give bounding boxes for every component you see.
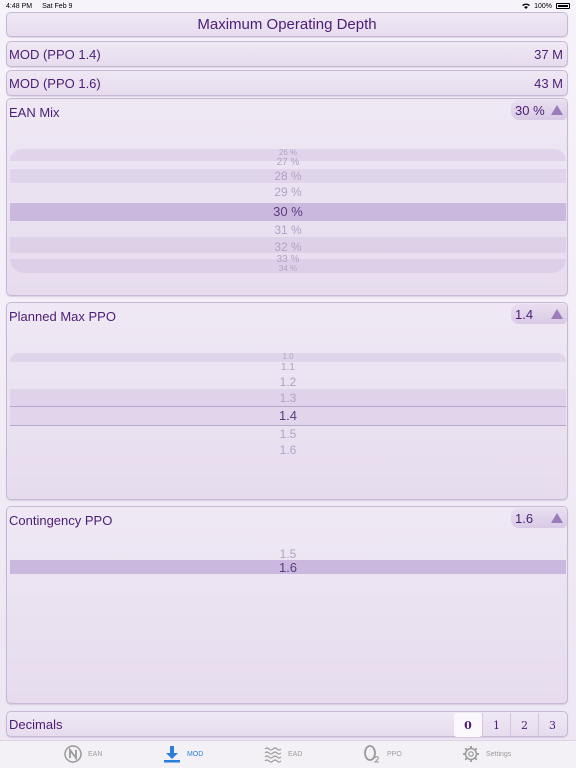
tab-ean[interactable]: EAN [64, 745, 102, 763]
tab-ead[interactable]: EAD [264, 745, 302, 763]
status-time: 4:48 PM [6, 2, 33, 10]
ean-mix-picker[interactable]: 26 % 27 % 28 % 29 % 30 % 31 % 32 % 33 % … [10, 149, 566, 274]
picker-option[interactable]: 26 % [10, 149, 566, 157]
gear-icon [463, 746, 479, 762]
status-date: Sat Feb 9 [42, 2, 73, 10]
page-title: Maximum Operating Depth [197, 16, 377, 33]
battery-percent: 100% [534, 2, 552, 10]
decimals-option-2[interactable]: 2 [510, 713, 538, 737]
download-arrow-icon [164, 746, 180, 763]
picker-option[interactable]: 1.5 [10, 428, 566, 440]
contingency-ppo-value-toggle[interactable]: 1.6 [511, 508, 567, 528]
battery-icon [556, 3, 570, 9]
picker-option[interactable]: 31 % [10, 224, 566, 236]
status-right: 100% [522, 3, 570, 10]
decimals-label: Decimals [9, 716, 63, 732]
picker-option[interactable]: 34 % [10, 265, 566, 273]
o2-icon [364, 745, 379, 763]
ean-mix-value: 30 % [515, 102, 545, 118]
mod-1-4-value: 37 M [534, 46, 563, 62]
picker-option-selected[interactable]: 1.6 [10, 561, 566, 574]
picker-option[interactable]: 1.3 [10, 392, 566, 404]
picker-option-selected[interactable]: 30 % [10, 205, 566, 218]
title-bar: Maximum Operating Depth [6, 12, 568, 37]
planned-max-ppo-value: 1.4 [515, 306, 534, 322]
mod-1-6-label: MOD (PPO 1.6) [9, 75, 101, 91]
picker-option[interactable]: 1.2 [10, 376, 566, 388]
picker-option[interactable]: 1.6 [10, 444, 566, 456]
n-circle-icon [64, 745, 82, 763]
contingency-ppo-value: 1.6 [515, 510, 534, 526]
status-bar: 4:48 PM Sat Feb 9 100% [0, 0, 576, 12]
decimals-segmented-control: 0 1 2 3 [454, 713, 566, 737]
mod-row-1-4: MOD (PPO 1.4) 37 M [6, 41, 568, 67]
tab-settings-label: Settings [486, 750, 512, 758]
mod-1-6-value: 43 M [534, 75, 563, 91]
waves-icon [264, 747, 282, 763]
planned-max-ppo-value-toggle[interactable]: 1.4 [511, 304, 567, 324]
picker-option[interactable]: 1.5 [10, 548, 566, 560]
tab-ppo-label: PPO [387, 750, 402, 758]
collapse-triangle-icon [551, 513, 563, 523]
decimals-option-0[interactable]: 0 [454, 713, 482, 737]
contingency-ppo-picker[interactable]: 1.5 1.6 [10, 547, 566, 587]
decimals-row: Decimals 0 1 2 3 [6, 711, 568, 737]
picker-option[interactable]: 27 % [10, 158, 566, 168]
picker-option-selected[interactable]: 1.4 [10, 409, 566, 422]
tab-mod-label: MOD [187, 750, 204, 758]
contingency-ppo-label: Contingency PPO [9, 513, 113, 528]
collapse-triangle-icon [551, 105, 563, 115]
picker-option[interactable]: 32 % [10, 241, 566, 253]
tab-ead-label: EAD [288, 750, 303, 758]
ean-mix-panel: EAN Mix 30 % 26 % 27 % 28 % 29 % 30 % 31… [6, 98, 568, 296]
decimals-option-3[interactable]: 3 [538, 713, 566, 737]
tab-settings[interactable]: Settings [462, 745, 511, 763]
tab-ean-label: EAN [88, 750, 103, 758]
wifi-icon [522, 3, 531, 9]
planned-max-ppo-picker[interactable]: 1.0 1.1 1.2 1.3 1.4 1.5 1.6 [10, 353, 566, 463]
ean-mix-label: EAN Mix [9, 105, 60, 120]
mod-1-4-label: MOD (PPO 1.4) [9, 46, 101, 62]
mod-row-1-6: MOD (PPO 1.6) 43 M [6, 70, 568, 96]
contingency-ppo-panel: Contingency PPO 1.6 1.5 1.6 [6, 506, 568, 704]
planned-max-ppo-label: Planned Max PPO [9, 309, 116, 324]
planned-max-ppo-panel: Planned Max PPO 1.4 1.0 1.1 1.2 1.3 1.4 … [6, 302, 568, 500]
tab-bar: EAN MOD EAD PPO Settings [0, 740, 576, 768]
ean-mix-value-toggle[interactable]: 30 % [511, 100, 567, 120]
picker-option[interactable]: 1.1 [10, 363, 566, 373]
decimals-option-1[interactable]: 1 [482, 713, 510, 737]
collapse-triangle-icon [551, 309, 563, 319]
tab-mod[interactable]: MOD [163, 745, 203, 763]
tab-ppo[interactable]: PPO [363, 745, 402, 763]
picker-option[interactable]: 29 % [10, 186, 566, 198]
picker-option[interactable]: 1.0 [10, 353, 566, 361]
picker-option[interactable]: 28 % [10, 170, 566, 182]
